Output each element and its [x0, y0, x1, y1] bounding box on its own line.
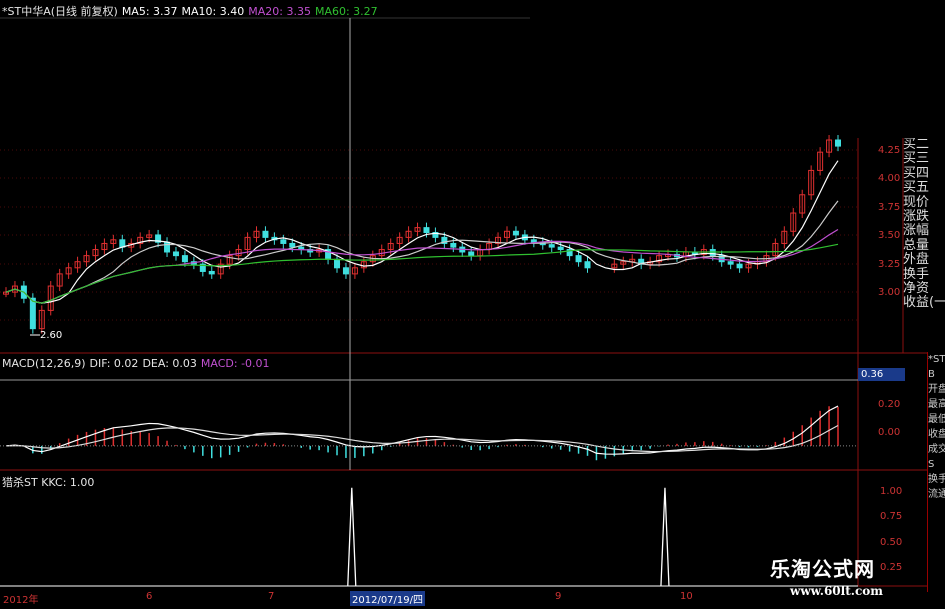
candle-body-82	[736, 263, 743, 269]
candle-body-20	[181, 255, 188, 263]
kkc-legend-item-0: 猎杀ST KKC: 1.00	[2, 476, 95, 489]
dif-line	[5, 405, 839, 455]
candle-body-18	[164, 241, 171, 253]
candle-body-50	[450, 242, 457, 248]
low-price-label: 2.60	[40, 330, 63, 341]
main-ytick-4: 3.25	[878, 259, 901, 270]
macd-legend-item-3: MACD: -0.01	[200, 357, 270, 370]
right-panel-label-2: 开盘	[928, 384, 945, 395]
info-right-panel: *ST B 开盘最高最低收盘成交 S 换手流通	[927, 352, 945, 592]
kkc-ytick-3: 0.25	[880, 562, 903, 573]
macd-value-badge: 0.36	[858, 368, 905, 381]
right-panel-label-3: 最高	[928, 399, 945, 410]
quote-sidebar: 买二买三买四买五现价涨跌涨幅总量外盘换手净资收益(一)	[903, 138, 945, 353]
sidebar-label-1: 买三	[903, 151, 930, 167]
main-ytick-3: 3.50	[878, 230, 901, 241]
macd-legend-item-0: MACD(12,26,9)	[2, 357, 86, 370]
right-panel-label-4: 最低	[928, 414, 945, 425]
xaxis-label-3: 9	[555, 591, 562, 602]
right-panel-label-6: 成交	[928, 444, 945, 455]
candle-body-62	[557, 246, 564, 251]
main-ytick-2: 3.75	[878, 202, 901, 213]
cursor-date-label: 2012/07/19/四	[350, 591, 426, 606]
right-panel-label-7: S	[928, 459, 935, 470]
candle-body-29	[262, 230, 269, 238]
main-chart[interactable]	[0, 0, 945, 609]
sidebar-label-9: 换手	[903, 266, 930, 282]
sidebar-label-11: 收益(一)	[903, 295, 945, 311]
sidebar-label-0: 买二	[903, 138, 930, 152]
right-panel-label-8: 换手	[928, 474, 945, 485]
macd-ytick-1: 0.00	[878, 427, 901, 438]
xaxis-label-0: 2012年	[3, 595, 39, 606]
sidebar-label-10: 净资	[903, 280, 930, 296]
main-ytick-5: 3.00	[878, 287, 901, 298]
candle-body-61	[548, 244, 555, 248]
sidebar-label-5: 涨跌	[903, 208, 930, 224]
watermark-url: www.60lt.com	[790, 584, 883, 598]
candle-body-31	[280, 239, 287, 244]
candle-body-47	[423, 227, 430, 234]
xaxis-label-1: 6	[146, 591, 153, 602]
sidebar-label-6: 涨幅	[903, 223, 930, 239]
sidebar-label-3: 买五	[903, 180, 930, 196]
candle-body-37	[334, 258, 341, 269]
candle-body-57	[512, 230, 519, 236]
candle-body-32	[289, 242, 296, 248]
kkc-ytick-2: 0.50	[880, 537, 903, 548]
right-panel-label-5: 收盘	[928, 429, 945, 440]
xaxis-label-4: 10	[680, 591, 693, 602]
candle-body-19	[172, 251, 179, 257]
kkc-ytick-1: 0.75	[880, 511, 903, 522]
candle-body-23	[208, 270, 215, 275]
candle-body-64	[575, 255, 582, 263]
macd-legend-item-2: DEA: 0.03	[142, 357, 197, 370]
macd-legend: MACD(12,26,9) DIF: 0.02 DEA: 0.03 MACD: -0.…	[2, 357, 274, 370]
sidebar-label-8: 外盘	[903, 252, 930, 268]
candle-body-52	[468, 251, 475, 257]
candle-body-93	[835, 139, 841, 147]
sidebar-label-7: 总量	[903, 237, 930, 253]
kkc-spike-0	[347, 487, 357, 587]
kkc-spike-1	[660, 487, 670, 587]
watermark-title: 乐淘公式网	[770, 557, 875, 581]
kkc-legend: 猎杀ST KKC: 1.00	[2, 474, 98, 490]
macd-ytick-0: 0.20	[878, 399, 901, 410]
right-panel-label-1: B	[928, 369, 935, 380]
right-panel-label-0: *ST	[928, 354, 945, 365]
candle-body-3	[29, 297, 36, 330]
right-panel-label-9: 流通	[928, 489, 945, 500]
candle-body-59	[530, 239, 537, 243]
candle-body-65	[584, 261, 591, 269]
candle-body-38	[342, 267, 349, 275]
main-ytick-0: 4.25	[878, 145, 901, 156]
candle-body-81	[727, 261, 734, 265]
sidebar-label-2: 买四	[903, 165, 930, 181]
kkc-ytick-0: 1.00	[880, 486, 903, 497]
ma5-line	[5, 160, 839, 304]
macd-legend-item-1: DIF: 0.02	[89, 357, 139, 370]
main-ytick-1: 4.00	[878, 173, 901, 184]
xaxis-label-2: 7	[268, 591, 275, 602]
sidebar-label-4: 现价	[903, 194, 930, 210]
